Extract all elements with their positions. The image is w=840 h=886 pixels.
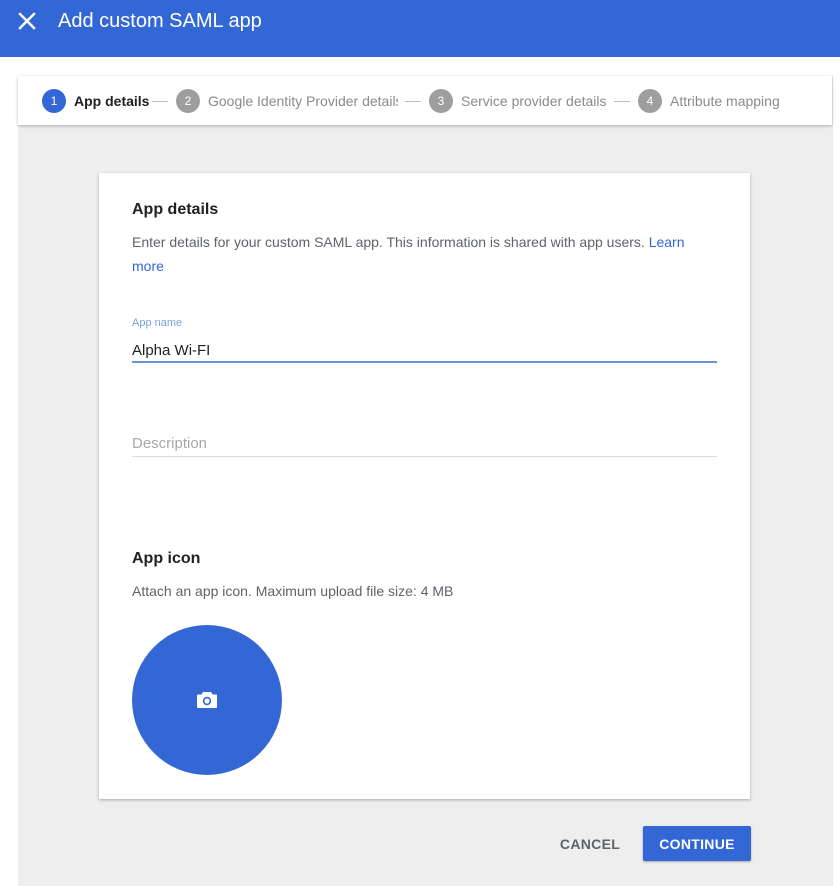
description-input[interactable] <box>132 432 717 454</box>
camera-icon <box>197 692 217 708</box>
step-service-provider-details[interactable]: 3 Service provider details <box>429 89 607 113</box>
step-connector <box>152 101 168 102</box>
app-name-underline <box>132 361 717 363</box>
app-icon-upload-button[interactable] <box>132 625 282 775</box>
description-underline <box>132 456 717 457</box>
page-title: Add custom SAML app <box>58 10 262 32</box>
step-number: 4 <box>638 89 662 113</box>
step-label: Service provider details <box>461 93 607 109</box>
step-label: App details <box>74 93 150 109</box>
stepper: 1 App details 2 Google Identity Provider… <box>18 76 832 125</box>
app-details-card: App details Enter details for your custo… <box>99 173 750 799</box>
app-details-description: Enter details for your custom SAML app. … <box>132 230 702 278</box>
step-google-idp-details[interactable]: 2 Google Identity Provider details <box>176 89 398 113</box>
cancel-button[interactable]: CANCEL <box>550 827 630 861</box>
step-attribute-mapping[interactable]: 4 Attribute mapping <box>638 89 780 113</box>
app-name-input[interactable] <box>132 339 717 361</box>
description-text: Enter details for your custom SAML app. … <box>132 234 645 250</box>
step-number: 1 <box>42 89 66 113</box>
step-connector <box>614 101 630 102</box>
step-number: 3 <box>429 89 453 113</box>
step-label: Attribute mapping <box>670 93 780 109</box>
step-connector <box>405 101 421 102</box>
app-icon-description: Attach an app icon. Maximum upload file … <box>132 583 454 599</box>
app-icon-heading: App icon <box>132 550 201 567</box>
step-label: Google Identity Provider details <box>208 93 398 109</box>
app-details-heading: App details <box>132 201 219 218</box>
continue-button[interactable]: CONTINUE <box>643 826 751 861</box>
step-app-details[interactable]: 1 App details <box>42 89 149 113</box>
close-button[interactable] <box>12 6 42 36</box>
close-icon <box>18 12 36 30</box>
step-number: 2 <box>176 89 200 113</box>
app-header: Add custom SAML app <box>0 0 840 57</box>
app-name-label: App name <box>132 317 183 329</box>
